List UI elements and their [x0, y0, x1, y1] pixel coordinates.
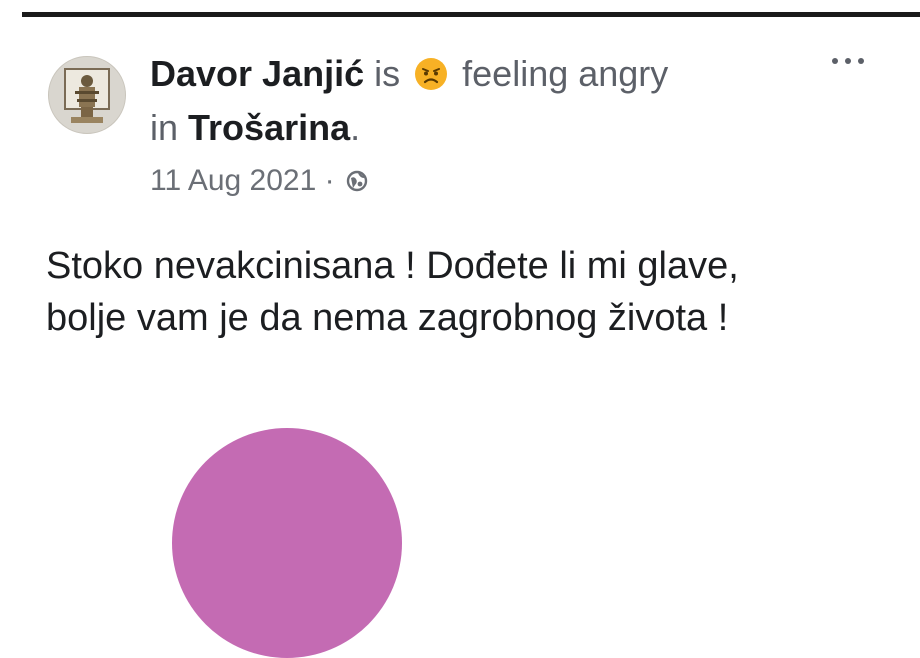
attachment-image[interactable]: [172, 428, 402, 658]
more-options-dot: [845, 58, 851, 64]
post-text-line: Stoko nevakcinisana ! Dođete li mi glave…: [46, 245, 739, 287]
place-name[interactable]: Trošarina: [188, 107, 350, 148]
avatar[interactable]: [48, 56, 126, 134]
place-suffix: .: [350, 107, 361, 148]
facebook-post: Davor Janjić is feeling angry in Trošari…: [0, 0, 920, 658]
more-options-dot: [858, 58, 864, 64]
in-word: in: [150, 107, 179, 148]
more-options-icon: [832, 58, 838, 64]
post-header-location: in Trošarina.: [150, 106, 360, 150]
more-options-button[interactable]: [828, 50, 872, 74]
author-name[interactable]: Davor Janjić: [150, 53, 364, 94]
angry-face-icon: [415, 58, 448, 90]
post-text: Stoko nevakcinisana ! Dođete li mi glave…: [46, 240, 906, 344]
post-date[interactable]: 11 Aug 2021: [150, 164, 316, 197]
is-word: is: [374, 53, 401, 94]
meta-separator: ·: [324, 164, 335, 197]
post-text-line: bolje vam je da nema zagrobnog života !: [46, 297, 729, 339]
post-meta: 11 Aug 2021 ·: [150, 162, 369, 200]
globe-icon[interactable]: [345, 169, 369, 193]
feeling-text[interactable]: feeling angry: [462, 53, 668, 94]
post-header: Davor Janjić is feeling angry: [150, 52, 668, 96]
